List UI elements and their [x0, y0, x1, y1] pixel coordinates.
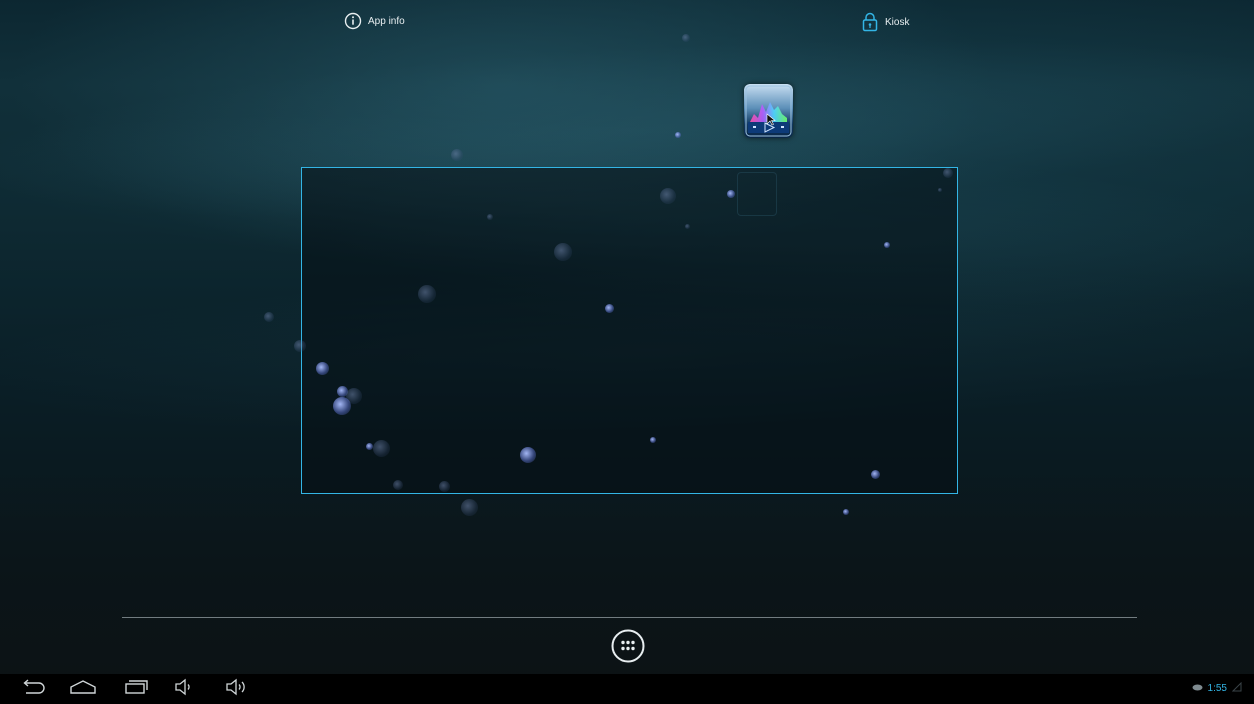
recent-apps-button[interactable]: [121, 678, 151, 700]
bokeh-particle: [520, 447, 536, 463]
bokeh-particle: [373, 440, 390, 457]
home-button[interactable]: [68, 678, 98, 700]
bokeh-particle: [264, 312, 274, 322]
bokeh-particle: [660, 188, 676, 204]
lock-icon: [861, 12, 879, 32]
clock: 1:55: [1207, 683, 1227, 694]
bokeh-particle: [451, 149, 463, 161]
info-icon: [344, 12, 362, 30]
navigation-bar: 1:55: [0, 674, 1254, 704]
volume-down-button[interactable]: [169, 678, 199, 700]
bokeh-particle: [605, 304, 614, 313]
all-apps-button[interactable]: [611, 629, 645, 663]
volume-up-icon: [224, 678, 250, 701]
recent-apps-icon: [123, 679, 149, 700]
bokeh-particle: [675, 132, 681, 138]
widget-resize-frame[interactable]: [301, 167, 958, 494]
kiosk-label: Kiosk: [885, 16, 910, 28]
app-info-label: App info: [368, 15, 405, 27]
kiosk-drop-target[interactable]: Kiosk: [861, 12, 909, 32]
home-icon: [69, 679, 97, 700]
bokeh-particle: [650, 437, 656, 443]
bokeh-particle: [294, 340, 306, 352]
back-button[interactable]: [18, 678, 48, 700]
app-info-drop-target[interactable]: App info: [344, 12, 405, 30]
volume-down-icon: [173, 678, 195, 701]
bokeh-particle: [943, 168, 953, 178]
bokeh-particle: [439, 481, 450, 492]
bokeh-particle: [366, 443, 373, 450]
back-icon: [20, 678, 46, 700]
status-area[interactable]: 1:55: [1192, 681, 1242, 695]
bokeh-particle: [487, 214, 493, 220]
bokeh-particle: [418, 285, 436, 303]
bokeh-particle: [316, 362, 329, 375]
bokeh-particle: [682, 34, 690, 42]
bokeh-particle: [554, 243, 572, 261]
bokeh-particle: [843, 509, 849, 515]
hotseat-divider: [122, 617, 1137, 618]
bokeh-particle: [685, 224, 690, 229]
bokeh-particle: [333, 397, 351, 415]
notification-icon: [1192, 683, 1203, 694]
all-apps-icon: [611, 629, 645, 667]
drop-target-bar: App info Kiosk: [0, 0, 1254, 44]
bokeh-particle: [938, 188, 942, 192]
signal-icon: [1231, 681, 1242, 695]
home-screen: App info Kiosk 1:55: [0, 0, 1254, 704]
bokeh-particle: [727, 190, 735, 198]
bokeh-particle: [871, 470, 880, 479]
music-visualizer-app-icon[interactable]: [744, 84, 793, 138]
bokeh-particle: [393, 480, 403, 490]
volume-up-button[interactable]: [222, 678, 252, 700]
bokeh-particle: [884, 242, 890, 248]
bokeh-particle: [461, 499, 478, 516]
